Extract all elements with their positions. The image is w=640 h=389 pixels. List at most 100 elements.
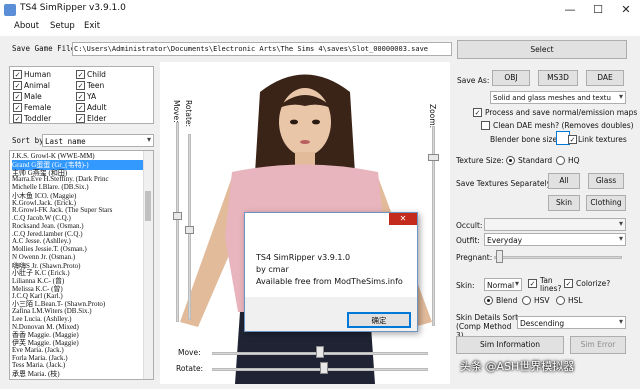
rotate-horizontal-thumb[interactable]	[320, 362, 328, 374]
filter-male-checkbox[interactable]: ✓	[13, 92, 22, 101]
zoom-label: Zoom:	[428, 104, 437, 129]
pregnant-label: Pregnant:	[456, 253, 493, 262]
app-icon	[4, 4, 16, 16]
tan-lines-checkbox[interactable]: ✓	[528, 279, 537, 288]
sort-dropdown[interactable]: Last name	[42, 134, 154, 147]
tan-lines-label: Tan lines?	[540, 276, 562, 293]
maximize-button[interactable]: ☐	[584, 0, 612, 20]
outfit-dropdown[interactable]: Everyday	[484, 233, 626, 246]
rotate-vertical-thumb[interactable]	[185, 226, 194, 234]
filter-animal-label: Animal	[24, 81, 50, 90]
clean-dae-checkbox[interactable]	[481, 121, 490, 130]
texture-standard-radio[interactable]	[506, 156, 515, 165]
colorize-label: Colorize?	[576, 279, 611, 288]
filter-ya-checkbox[interactable]: ✓	[76, 92, 85, 101]
minimize-button[interactable]: —	[556, 0, 584, 20]
link-textures-label: Link textures	[578, 135, 627, 144]
rotate-horizontal-label: Rotate:	[176, 364, 204, 373]
save-obj-button[interactable]: OBJ	[492, 70, 530, 86]
menu-setup[interactable]: Setup	[50, 21, 75, 31]
hsl-label: HSL	[568, 296, 583, 305]
pregnant-thumb[interactable]	[496, 250, 503, 263]
skin-dropdown[interactable]: Normal	[484, 278, 522, 291]
filter-adult-label: Adult	[87, 103, 107, 112]
process-maps-label: Process and save normal/emission maps	[485, 108, 638, 117]
save-textures-glass-button[interactable]: Glass	[588, 173, 624, 189]
save-as-label: Save As:	[457, 76, 490, 85]
texture-hq-label: HQ	[568, 156, 580, 165]
window-title: TS4 SimRipper v3.9.1.0	[20, 3, 126, 13]
colorize-checkbox[interactable]: ✓	[564, 279, 573, 288]
move-vertical-label: Move:	[172, 100, 181, 123]
save-textures-skin-button[interactable]: Skin	[548, 195, 580, 211]
dialog-close-button[interactable]: ✕	[389, 213, 417, 225]
move-horizontal-thumb[interactable]	[316, 346, 324, 358]
watermark: 头条 @ASH世界模拟器	[460, 360, 575, 373]
save-ms3d-button[interactable]: MS3D	[538, 70, 578, 86]
sim-list[interactable]: J.K.S. Growl-K (WWE-MM) Grand G蛋蛋 (Gr_(韦特…	[9, 150, 154, 380]
texture-hq-radio[interactable]	[556, 156, 565, 165]
mesh-option-value: Solid and glass meshes and textu	[493, 94, 611, 102]
close-button[interactable]: ✕	[612, 0, 640, 20]
menu-about[interactable]: About	[14, 21, 39, 31]
clean-dae-label: Clean DAE mesh? (Removes doubles)	[493, 121, 634, 130]
filter-child-checkbox[interactable]: ✓	[76, 70, 85, 79]
sim-details-dropdown[interactable]: Descending	[517, 316, 626, 329]
hsl-radio[interactable]	[556, 296, 565, 305]
process-maps-checkbox[interactable]: ✓	[473, 108, 482, 117]
select-button[interactable]: Select	[457, 40, 627, 59]
texture-size-label: Texture Size:	[456, 156, 504, 165]
sim-list-item[interactable]: 承恩 Maria. (枝)	[12, 369, 60, 379]
hsv-radio[interactable]	[522, 296, 531, 305]
filter-child-label: Child	[87, 70, 106, 79]
occult-label: Occult:	[456, 221, 483, 230]
save-textures-clothing-button[interactable]: Clothing	[586, 195, 626, 211]
sim-list-scroll-thumb[interactable]	[145, 191, 151, 221]
skin-label: Skin:	[456, 281, 475, 290]
blender-bone-size-label: Blender bone size	[490, 135, 558, 144]
filter-animal-checkbox[interactable]: ✓	[13, 81, 22, 90]
texture-standard-label: Standard	[518, 156, 553, 165]
save-file-label: Save Game File:	[12, 44, 80, 53]
blend-radio[interactable]	[484, 296, 493, 305]
filter-ya-label: YA	[87, 92, 97, 101]
filter-human-label: Human	[24, 70, 52, 79]
skin-value: Normal	[487, 281, 515, 290]
pregnant-slider[interactable]	[494, 256, 622, 259]
filter-human-checkbox[interactable]: ✓	[13, 70, 22, 79]
save-textures-all-button[interactable]: All	[548, 173, 580, 189]
mesh-option-dropdown[interactable]: Solid and glass meshes and textu	[490, 91, 626, 104]
filter-adult-checkbox[interactable]: ✓	[76, 103, 85, 112]
save-file-path: C:\Users\Administrator\Documents\Electro…	[74, 45, 429, 53]
filter-toddler-checkbox[interactable]: ✓	[13, 114, 22, 123]
sim-information-button[interactable]: Sim Information	[456, 336, 564, 354]
move-vertical-slider[interactable]	[176, 122, 179, 322]
filter-female-checkbox[interactable]: ✓	[13, 103, 22, 112]
filter-teen-checkbox[interactable]: ✓	[76, 81, 85, 90]
filter-elder-checkbox[interactable]: ✓	[76, 114, 85, 123]
move-vertical-thumb[interactable]	[173, 212, 182, 220]
filter-female-label: Female	[24, 103, 52, 112]
outfit-value: Everyday	[487, 236, 523, 245]
blend-label: Blend	[496, 296, 518, 305]
about-dialog: ✕ TS4 SimRipper v3.9.1.0 by cmar Availab…	[244, 212, 418, 332]
hsv-label: HSV	[534, 296, 550, 305]
dialog-ok-button[interactable]: 确定	[347, 312, 411, 328]
zoom-thumb[interactable]	[428, 154, 439, 161]
link-textures-checkbox[interactable]: ✓	[568, 135, 577, 144]
rotate-vertical-label: Rotate:	[184, 100, 193, 128]
filter-toddler-label: Toddler	[24, 114, 52, 123]
menu-exit[interactable]: Exit	[84, 21, 100, 31]
occult-dropdown[interactable]	[484, 218, 626, 231]
filter-male-label: Male	[24, 92, 42, 101]
outfit-label: Outfit:	[456, 236, 480, 245]
sim-error-button: Sim Error	[570, 336, 626, 354]
sort-value: Last name	[45, 137, 86, 146]
save-textures-label: Save Textures Separately:	[456, 179, 554, 188]
sim-list-scrollbar[interactable]	[143, 151, 153, 379]
save-dae-button[interactable]: DAE	[586, 70, 624, 86]
dialog-line-author: by cmar	[256, 265, 289, 274]
save-file-path-field[interactable]: C:\Users\Administrator\Documents\Electro…	[72, 42, 452, 56]
sim-details-value: Descending	[520, 319, 565, 328]
title-bar: TS4 SimRipper v3.9.1.0 — ☐ ✕	[0, 0, 640, 21]
